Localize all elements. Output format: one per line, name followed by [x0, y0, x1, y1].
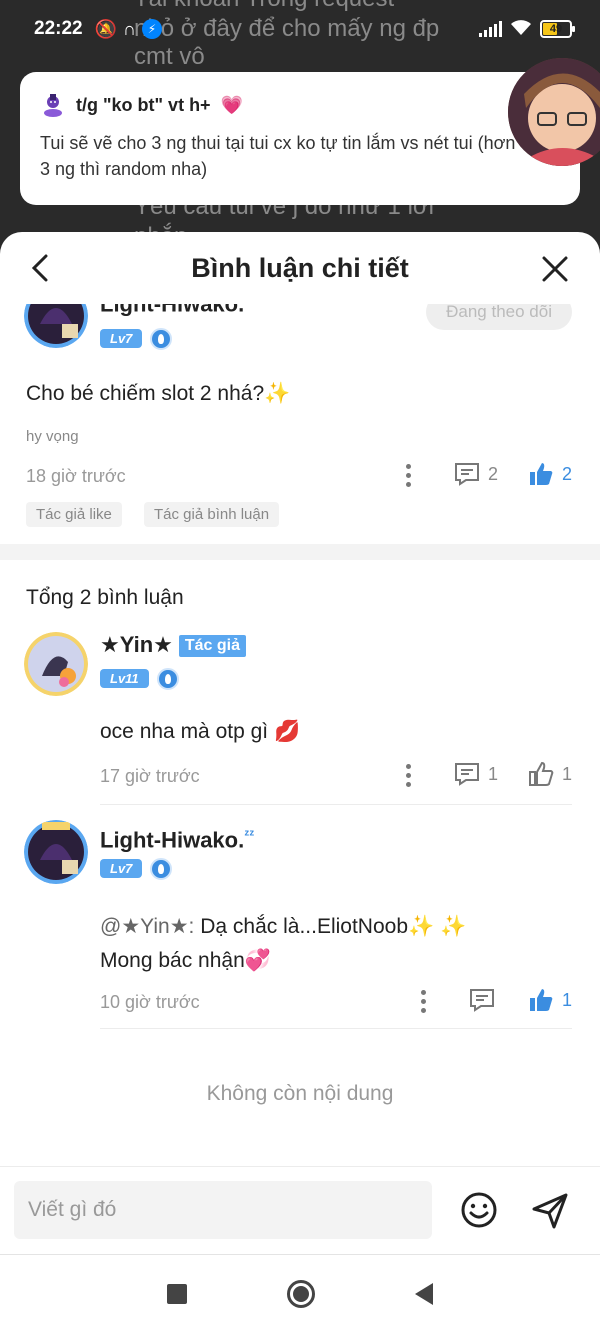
- reply-count: 1: [488, 763, 499, 784]
- username[interactable]: Light-Hiwako.: [100, 304, 244, 316]
- notification-body: Tui sẽ vẽ cho 3 ng thui tại tui cx ko tự…: [40, 133, 516, 179]
- like-icon: [529, 762, 554, 786]
- reply-text: oce nha mà otp gì 💋: [100, 720, 301, 743]
- status-bar: 22:22 🔕 ∩ ⚡ 49: [0, 0, 600, 58]
- sheet-title: Bình luận chi tiết: [191, 252, 409, 283]
- section-divider: [0, 544, 600, 560]
- send-button[interactable]: [530, 1191, 570, 1231]
- more-icon[interactable]: [420, 990, 426, 1013]
- main-comment: Light-Hiwako.ᶻᶻ Lv7 Đang theo dõi Cho bé…: [0, 304, 600, 544]
- comment-icon: [455, 463, 479, 486]
- like-count: 2: [562, 463, 573, 484]
- like-button[interactable]: 1: [528, 762, 572, 786]
- more-icon[interactable]: [405, 464, 411, 487]
- battery-icon: 49: [540, 20, 575, 38]
- system-nav-bar: [0, 1254, 600, 1333]
- username[interactable]: ★Yin★: [100, 632, 173, 657]
- follow-button[interactable]: Đang theo dõi: [426, 304, 572, 330]
- reply-count-button[interactable]: 1: [454, 762, 498, 786]
- badges: Lv7: [100, 858, 173, 880]
- comment-icon: [470, 989, 494, 1012]
- reply-text-line2: Mong bác nhận💞: [100, 949, 271, 972]
- battery-level: 49: [549, 23, 563, 35]
- more-icon[interactable]: [405, 764, 411, 787]
- reply-count-button[interactable]: 2: [454, 462, 498, 486]
- signal-icon: [479, 21, 502, 37]
- reply-text: @★Yin★: Dạ chắc là...EliotNoob✨ ✨ Mong b…: [100, 910, 466, 978]
- username[interactable]: Light-Hiwako.: [100, 827, 244, 852]
- comment-time: 18 giờ trước: [26, 466, 126, 486]
- row-divider: [100, 1028, 572, 1029]
- sleep-icon: ᶻᶻ: [244, 826, 255, 842]
- comment-text: Cho bé chiếm slot 2 nhá?✨: [26, 382, 291, 405]
- status-time: 22:22: [34, 18, 83, 39]
- comment-hint: hy vọng: [26, 428, 79, 445]
- author-tag: Tác giả: [178, 635, 246, 658]
- level-badge: Lv11: [100, 669, 149, 689]
- level-badge: Lv7: [100, 329, 143, 349]
- comment-scroll-area[interactable]: Light-Hiwako.ᶻᶻ Lv7 Đang theo dõi Cho bé…: [0, 304, 600, 1168]
- like-button[interactable]: 2: [528, 462, 572, 486]
- emoji-icon: [461, 1192, 497, 1228]
- back-icon: [31, 254, 48, 282]
- comment-input[interactable]: Viết gì đó: [14, 1181, 432, 1239]
- send-icon: [532, 1193, 568, 1229]
- verified-shield-icon: [156, 668, 179, 690]
- bell-off-icon: 🔕: [94, 18, 118, 39]
- comment-icon: [455, 763, 479, 786]
- end-of-list-label: Không còn nội dung: [206, 1082, 394, 1105]
- reply-count: 2: [488, 463, 499, 484]
- notification-title: t/g "ko bt" vt h+: [76, 94, 211, 115]
- verified-shield-icon: [150, 858, 173, 880]
- app-icon: [40, 92, 66, 118]
- total-comments-label: Tổng 2 bình luận: [26, 586, 184, 609]
- emoji-button[interactable]: [460, 1191, 498, 1229]
- sheet-header: Bình luận chi tiết: [0, 232, 600, 304]
- home-icon[interactable]: [287, 1280, 315, 1308]
- back-button[interactable]: [24, 252, 56, 284]
- like-count: 1: [562, 763, 573, 784]
- message-notification[interactable]: t/g "ko bt" vt h+ 💗 Tui sẽ vẽ cho 3 ng t…: [20, 72, 580, 205]
- badges: Lv7: [100, 328, 173, 350]
- like-icon: [530, 463, 553, 485]
- wifi-icon: [510, 18, 532, 41]
- reply-text-line1: Dạ chắc là...EliotNoob✨ ✨: [194, 915, 467, 938]
- row-divider: [100, 804, 572, 805]
- headset-icon: ∩: [123, 18, 136, 39]
- author-liked-tag: Tác giả like: [26, 502, 122, 527]
- level-badge: Lv7: [100, 859, 143, 879]
- recents-icon[interactable]: [167, 1284, 187, 1304]
- like-icon: [530, 989, 553, 1011]
- reply-time: 17 giờ trước: [100, 766, 200, 786]
- author-commented-tag: Tác giả bình luận: [144, 502, 280, 527]
- sleep-icon: ᶻᶻ: [244, 304, 254, 306]
- status-system-icons: 49: [479, 18, 575, 41]
- back-nav-icon[interactable]: [415, 1283, 433, 1305]
- mention[interactable]: @★Yin★:: [100, 915, 194, 938]
- reply-button[interactable]: [469, 988, 495, 1012]
- reply-time: 10 giờ trước: [100, 992, 200, 1012]
- badges: Lv11: [100, 668, 179, 690]
- close-button[interactable]: [540, 254, 570, 284]
- close-icon: [542, 256, 568, 282]
- avatar[interactable]: [24, 820, 88, 884]
- messenger-icon: ⚡: [141, 19, 162, 39]
- heart-icon: 💗: [220, 94, 243, 115]
- status-notification-icons: 🔕 ∩ ⚡: [95, 19, 162, 40]
- avatar[interactable]: [24, 304, 88, 348]
- verified-shield-icon: [150, 328, 173, 350]
- like-count: 1: [562, 989, 573, 1010]
- avatar[interactable]: [24, 632, 88, 696]
- like-button[interactable]: 1: [528, 988, 572, 1012]
- comment-detail-sheet: Bình luận chi tiết Light-Hiwako.ᶻᶻ Lv7 Đ: [0, 232, 600, 1333]
- comment-composer: Viết gì đó: [0, 1166, 600, 1254]
